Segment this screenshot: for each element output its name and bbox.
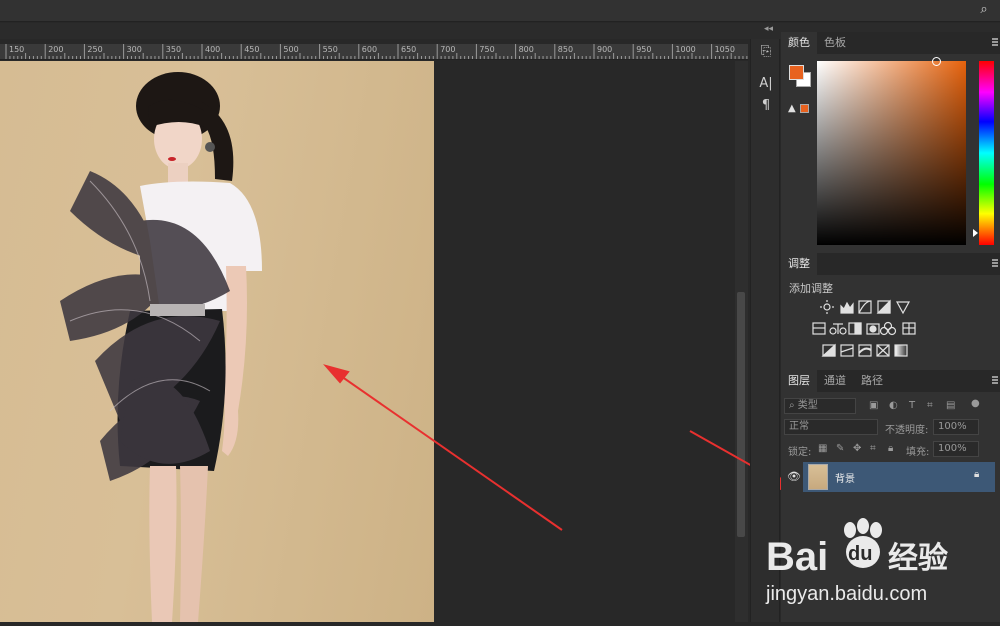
watermark-url: jingyan.baidu.com: [765, 583, 927, 605]
hue-slider[interactable]: [979, 61, 994, 245]
layer-thumbnail[interactable]: [808, 464, 828, 490]
hue-slider-marker[interactable]: [973, 229, 978, 237]
layers-panel-tabs: 图层 通道 路径: [781, 370, 1000, 392]
tab-paths[interactable]: 路径: [854, 370, 890, 392]
black-white-icon[interactable]: [848, 322, 862, 335]
visibility-eye-icon[interactable]: 👁︎: [787, 470, 801, 483]
adjustment-icons: [812, 299, 916, 357]
lock-transparent-pixels-icon[interactable]: ▦: [818, 443, 827, 455]
filter-adjustment-icon[interactable]: ◐: [889, 400, 898, 412]
color-balance-icon[interactable]: [829, 323, 847, 335]
character-panel-icon[interactable]: A|: [756, 75, 776, 93]
exposure-icon[interactable]: [876, 299, 891, 314]
hue-saturation-icon[interactable]: [812, 322, 826, 335]
color-lookup-icon[interactable]: [902, 322, 916, 335]
vibrance-icon[interactable]: [895, 301, 911, 315]
opacity-input[interactable]: 100%: [933, 419, 979, 435]
filter-smart-object-icon[interactable]: ▤: [946, 400, 955, 412]
lock-image-pixels-icon[interactable]: ✎: [836, 443, 844, 455]
foreground-color-swatch[interactable]: [789, 65, 804, 80]
color-panel-tabs: 颜色 色板: [781, 32, 1000, 54]
panel-menu-icon[interactable]: [992, 38, 998, 46]
watermark-du: du: [848, 543, 872, 565]
filter-pixel-icon[interactable]: ▣: [869, 400, 878, 412]
lock-position-icon[interactable]: ✥: [853, 443, 861, 455]
out-of-gamut-warning-icon[interactable]: ▲: [788, 103, 796, 114]
color-picker-ring[interactable]: [932, 57, 941, 66]
tab-color[interactable]: 颜色: [781, 32, 817, 54]
lock-label: 锁定:: [788, 447, 812, 458]
selective-color-icon[interactable]: [876, 344, 890, 357]
color-saturation-field[interactable]: [817, 61, 966, 245]
baidu-jingyan-watermark: Bai du 经验 jingyan.baidu.com: [760, 508, 1000, 622]
tab-channels[interactable]: 通道: [817, 370, 853, 392]
layer-row-background[interactable]: [803, 462, 995, 492]
filter-toggle-icon[interactable]: ●: [971, 398, 980, 410]
channel-mixer-icon[interactable]: [879, 321, 897, 336]
threshold-icon[interactable]: [858, 344, 872, 357]
blend-mode-select[interactable]: 正常: [784, 419, 878, 435]
photo-filter-icon[interactable]: [866, 323, 880, 335]
levels-icon[interactable]: [840, 301, 854, 314]
posterize-icon[interactable]: [840, 344, 854, 357]
baidu-logo: Bai du 经验 jingyan.baidu.com: [765, 518, 948, 605]
gradient-map-icon[interactable]: [894, 344, 908, 357]
history-icon[interactable]: ⎘: [756, 43, 776, 61]
tab-swatches[interactable]: 色板: [817, 32, 853, 54]
panel-menu-icon[interactable]: [992, 259, 998, 267]
fill-label: 填充:: [906, 447, 930, 458]
opacity-label: 不透明度:: [885, 425, 929, 436]
filter-type-icon[interactable]: T: [909, 400, 915, 412]
opacity-value: 100%: [938, 421, 967, 432]
layer-name[interactable]: 背景: [835, 470, 855, 485]
lock-artboard-icon[interactable]: ⌗: [870, 443, 876, 455]
add-adjustment-label: 添加调整: [789, 282, 833, 295]
invert-icon[interactable]: [821, 343, 836, 357]
filter-kind-value: 类型: [797, 400, 818, 411]
fill-value: 100%: [938, 443, 967, 454]
watermark-brand: Bai: [766, 535, 828, 579]
tab-adjustments[interactable]: 调整: [781, 253, 817, 275]
layer-lock-icon: 🔒︎: [974, 469, 980, 480]
adjustments-panel-tabs: 调整: [781, 253, 1000, 275]
arrow-to-canvas: [337, 373, 563, 531]
blend-mode-value: 正常: [789, 421, 809, 432]
watermark-cn: 经验: [888, 541, 948, 576]
panel-menu-icon[interactable]: [992, 376, 998, 384]
paragraph-panel-icon[interactable]: ¶: [756, 97, 776, 115]
brightness-icon[interactable]: [820, 300, 834, 314]
search-icon: ⌕: [789, 400, 795, 411]
layer-filter-kind-select[interactable]: ⌕ 类型: [784, 398, 856, 414]
lock-all-icon[interactable]: 🔒︎: [888, 443, 893, 455]
tab-layers[interactable]: 图层: [781, 370, 817, 392]
websafe-color-swatch[interactable]: [800, 104, 809, 113]
fill-input[interactable]: 100%: [933, 441, 979, 457]
filter-shape-icon[interactable]: ⌗: [927, 400, 933, 412]
curves-icon[interactable]: [858, 300, 872, 314]
